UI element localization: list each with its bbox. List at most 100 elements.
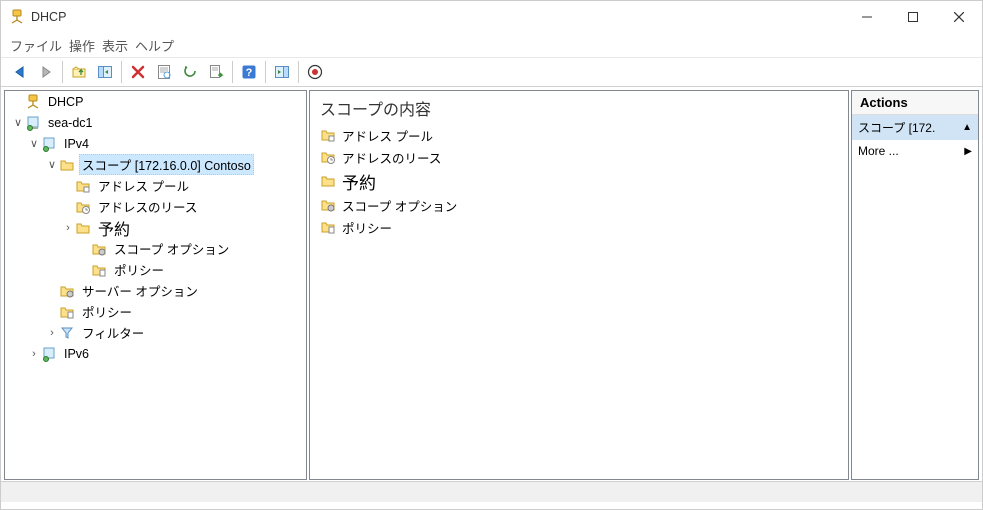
detail-label: ポリシー xyxy=(342,218,392,237)
tree-label: ポリシー xyxy=(79,302,135,321)
detail-header: スコープの内容 xyxy=(310,91,848,124)
chevron-right-icon[interactable]: › xyxy=(61,222,75,234)
tree-label: IPv4 xyxy=(61,137,92,151)
tree-scopeoptions[interactable]: スコープ オプション xyxy=(5,238,306,259)
tree-label: スコープ [172.16.0.0] Contoso xyxy=(79,154,254,175)
show-hide-tree-button[interactable] xyxy=(92,59,118,85)
toolbar-separator xyxy=(298,61,299,83)
ipv6-icon xyxy=(41,346,57,362)
detail-item-leases[interactable]: アドレスのリース xyxy=(310,146,848,168)
detail-item-reservations[interactable]: 予約 xyxy=(310,168,848,194)
tree-label: アドレス プール xyxy=(95,176,192,195)
tree-leases[interactable]: アドレスのリース xyxy=(5,196,306,217)
tree-addresspool[interactable]: アドレス プール xyxy=(5,175,306,196)
folder-icon xyxy=(75,178,91,194)
chevron-down-icon[interactable]: ∨ xyxy=(27,137,41,150)
tree-scope[interactable]: ∨ スコープ [172.16.0.0] Contoso xyxy=(5,154,306,175)
chevron-down-icon[interactable]: ∨ xyxy=(45,158,59,171)
dhcp-icon xyxy=(25,94,41,110)
forward-button[interactable] xyxy=(33,59,59,85)
detail-pane[interactable]: スコープの内容 アドレス プール アドレスのリース 予約 スコープ オプション … xyxy=(309,90,849,480)
status-bar xyxy=(1,481,982,502)
chevron-right-icon[interactable]: ▶ xyxy=(964,146,972,157)
svg-text:?: ? xyxy=(246,67,253,79)
help-button[interactable]: ? xyxy=(236,59,262,85)
export-list-button[interactable] xyxy=(203,59,229,85)
action-label: スコープ [172. xyxy=(858,119,935,136)
toolbar-separator xyxy=(62,61,63,83)
folder-gear-icon xyxy=(320,197,336,213)
delete-button[interactable] xyxy=(125,59,151,85)
folder-doc-icon xyxy=(320,219,336,235)
folder-icon xyxy=(59,157,75,173)
maximize-button[interactable] xyxy=(890,2,936,32)
close-button[interactable] xyxy=(936,2,982,32)
action-pane: Actions スコープ [172. ▲ More ... ▶ xyxy=(851,90,979,480)
tree-filters[interactable]: › フィルター xyxy=(5,322,306,343)
tree-label: DHCP xyxy=(45,95,86,109)
up-button[interactable] xyxy=(66,59,92,85)
tree-ipv6[interactable]: › IPv6 xyxy=(5,343,306,364)
tree-root-dhcp[interactable]: DHCP xyxy=(5,91,306,112)
app-icon xyxy=(9,9,25,25)
tree-label: IPv6 xyxy=(61,347,92,361)
action-scope-row[interactable]: スコープ [172. ▲ xyxy=(852,115,978,140)
tree-label: アドレスのリース xyxy=(95,197,200,216)
detail-label: アドレス プール xyxy=(342,126,433,145)
menu-help[interactable]: ヘルプ xyxy=(132,34,177,57)
folder-icon xyxy=(75,220,91,236)
toolbar-separator xyxy=(265,61,266,83)
folder-icon xyxy=(320,127,336,143)
action-label: More ... xyxy=(858,144,899,158)
detail-label: アドレスのリース xyxy=(342,148,441,167)
chevron-right-icon[interactable]: › xyxy=(27,348,41,360)
work-area: DHCP ∨ sea-dc1 ∨ IPv4 ∨ xyxy=(1,87,982,481)
title-bar: DHCP xyxy=(1,1,982,33)
actions-header: Actions xyxy=(852,91,978,115)
filter-icon xyxy=(59,325,75,341)
detail-item-addresspool[interactable]: アドレス プール xyxy=(310,124,848,146)
refresh-button[interactable] xyxy=(177,59,203,85)
minimize-button[interactable] xyxy=(844,2,890,32)
ipv4-icon xyxy=(41,136,57,152)
back-button[interactable] xyxy=(7,59,33,85)
folder-gear-icon xyxy=(91,241,107,257)
tree-ipv4[interactable]: ∨ IPv4 xyxy=(5,133,306,154)
tree-label: スコープ オプション xyxy=(111,239,232,258)
properties-button[interactable] xyxy=(151,59,177,85)
folder-clock-icon xyxy=(320,149,336,165)
tree-label: 予約 xyxy=(95,216,133,240)
detail-label: スコープ オプション xyxy=(342,196,457,215)
detail-item-scopeoptions[interactable]: スコープ オプション xyxy=(310,194,848,216)
tree-label: フィルター xyxy=(79,323,147,342)
toolbar-separator xyxy=(121,61,122,83)
detail-item-policies[interactable]: ポリシー xyxy=(310,216,848,238)
window-title: DHCP xyxy=(31,10,844,24)
folder-gear-icon xyxy=(59,283,75,299)
tree-label: ポリシー xyxy=(111,260,167,279)
tree-pane[interactable]: DHCP ∨ sea-dc1 ∨ IPv4 ∨ xyxy=(4,90,307,480)
folder-doc-icon xyxy=(91,262,107,278)
detail-label: 予約 xyxy=(342,169,376,194)
tree-server[interactable]: ∨ sea-dc1 xyxy=(5,112,306,133)
folder-clock-icon xyxy=(75,199,91,215)
menu-bar: ファイル 操作 表示 ヘルプ xyxy=(1,33,982,57)
chevron-down-icon[interactable]: ∨ xyxy=(11,116,25,129)
show-hide-action-pane-button[interactable] xyxy=(269,59,295,85)
toolbar-separator xyxy=(232,61,233,83)
action-more-row[interactable]: More ... ▶ xyxy=(852,140,978,162)
tree-srvpolicies[interactable]: ポリシー xyxy=(5,301,306,322)
folder-doc-icon xyxy=(59,304,75,320)
record-button[interactable] xyxy=(302,59,328,85)
tree-label: サーバー オプション xyxy=(79,281,201,300)
tree-serveroptions[interactable]: サーバー オプション xyxy=(5,280,306,301)
menu-action[interactable]: 操作 xyxy=(66,34,98,57)
toolbar: ? xyxy=(1,57,982,87)
tree-policies[interactable]: ポリシー xyxy=(5,259,306,280)
chevron-right-icon[interactable]: › xyxy=(45,327,59,339)
menu-view[interactable]: 表示 xyxy=(99,34,131,57)
folder-icon xyxy=(320,173,336,189)
tree-reservations[interactable]: › 予約 xyxy=(5,217,306,238)
collapse-up-icon[interactable]: ▲ xyxy=(962,122,972,133)
menu-file[interactable]: ファイル xyxy=(7,34,65,57)
